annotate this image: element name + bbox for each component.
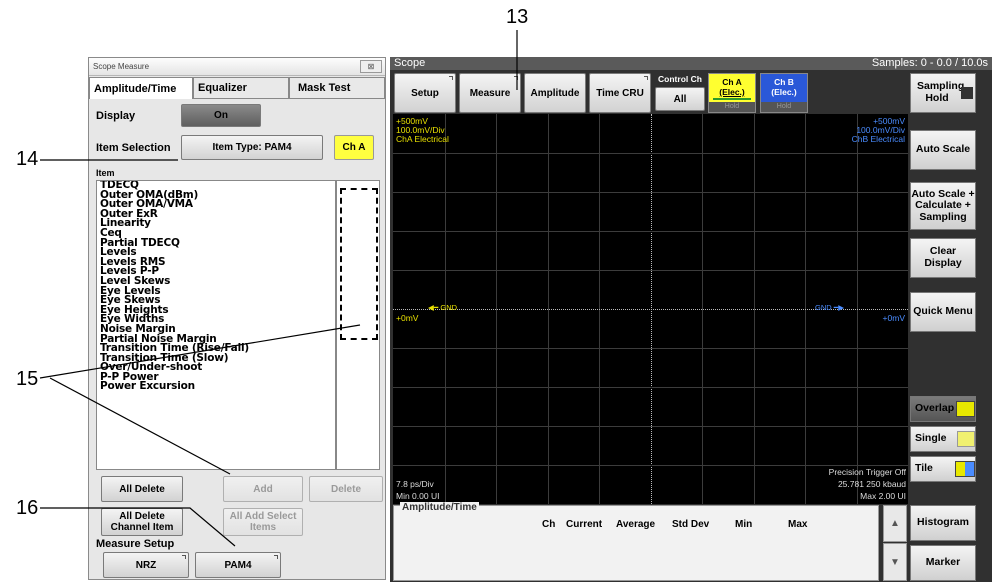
single-eye-icon xyxy=(956,431,975,447)
histogram-button[interactable]: Histogram xyxy=(910,505,976,541)
amplitude-button[interactable]: Amplitude xyxy=(524,73,586,113)
cha-gnd-marker[interactable]: ◀━ GND xyxy=(428,303,458,313)
col-max: Max xyxy=(788,519,808,530)
grid-line xyxy=(393,153,908,154)
channel-a-button[interactable]: Ch A xyxy=(334,135,374,160)
callout-16: 16 xyxy=(16,497,39,519)
cha-label: Ch A xyxy=(722,77,742,87)
time-cru-button[interactable]: Time CRU xyxy=(589,73,651,113)
cha-indicator xyxy=(713,98,751,100)
grid-line xyxy=(393,192,908,193)
auto-scale-button[interactable]: Auto Scale xyxy=(910,130,976,170)
chb-gnd-marker[interactable]: GND ━▶ xyxy=(815,303,855,313)
grid-line xyxy=(393,426,908,427)
clear-display-button[interactable]: Clear Display xyxy=(910,238,976,278)
panel-title: Scope Measure xyxy=(89,58,385,76)
item-selection-label: Item Selection xyxy=(96,142,171,154)
callout-15: 15 xyxy=(16,368,39,390)
selected-items-highlight xyxy=(340,188,378,340)
close-icon[interactable]: ⊠ xyxy=(360,60,382,73)
tab-equalizer[interactable]: Equalizer xyxy=(193,77,289,99)
col-current: Current xyxy=(566,519,603,530)
item-type-button[interactable]: Item Type: PAM4 xyxy=(181,135,323,160)
max-ui: Max 2.00 UI xyxy=(860,491,906,501)
item-header: Item xyxy=(96,168,115,178)
grid-line xyxy=(393,231,908,232)
scroll-up-icon[interactable]: ▲ xyxy=(883,505,907,542)
all-add-select-button[interactable]: All Add Select Items xyxy=(223,508,303,536)
chb-gnd-arrow: ━▶ xyxy=(831,303,845,312)
col-ch: Ch xyxy=(542,519,556,530)
cha-type: (Elec.) xyxy=(719,87,745,97)
overlap-eye-icon xyxy=(956,401,975,417)
auto-scale-calc-button[interactable]: Auto Scale + Calculate + Sampling xyxy=(910,182,976,230)
chb-label: Ch B xyxy=(774,77,794,87)
all-delete-channel-button[interactable]: All Delete Channel Item xyxy=(101,508,183,536)
samples-readout: Samples: 0 - 0.0 / 10.0s xyxy=(871,57,988,69)
callout-14: 14 xyxy=(16,148,39,170)
cha-zero-label: +0mV xyxy=(396,313,419,323)
precision-trigger: Precision Trigger Off xyxy=(828,467,906,477)
col-min: Min xyxy=(735,519,753,530)
cha-gnd-label: GND xyxy=(440,303,458,312)
col-average: Average xyxy=(616,519,656,530)
scope-measure-panel: Scope Measure ⊠ Amplitude/Time Equalizer… xyxy=(88,57,386,580)
item-list[interactable]: TDECQ Outer OMA(dBm) Outer OMA/VMA Outer Ex… xyxy=(96,180,336,470)
col-std-dev: Std Dev xyxy=(672,519,710,530)
min-ui: Min 0.00 UI xyxy=(396,491,440,501)
sampling-indicator xyxy=(961,87,973,99)
list-item[interactable]: Linearity xyxy=(97,218,335,229)
tab-amplitude-time[interactable]: Amplitude/Time xyxy=(89,77,193,99)
control-ch-group: Control Ch All xyxy=(654,73,706,113)
time-per-div: 7.8 ps/Div xyxy=(396,479,434,489)
control-ch-all-button[interactable]: All xyxy=(655,87,705,111)
single-button[interactable]: Single xyxy=(910,426,976,452)
tile-button[interactable]: Tile xyxy=(910,456,976,482)
measure-setup-label: Measure Setup xyxy=(96,538,175,550)
setup-button[interactable]: Setup xyxy=(394,73,456,113)
measure-button[interactable]: Measure xyxy=(459,73,521,113)
tile-label: Tile xyxy=(915,462,933,475)
control-ch-label: Control Ch xyxy=(658,74,702,84)
chb-hold: Hold xyxy=(761,102,807,112)
tab-mask-test[interactable]: Mask Test xyxy=(289,77,385,99)
grid-line xyxy=(393,270,908,271)
nrz-button[interactable]: NRZ xyxy=(103,552,189,578)
baud-rate: 25.781 250 kbaud xyxy=(837,479,906,489)
sampling-hold-button[interactable]: Sampling Hold xyxy=(910,73,976,113)
tile-icon xyxy=(954,461,975,477)
selected-item-list[interactable] xyxy=(336,180,380,470)
display-toggle[interactable]: On xyxy=(181,104,261,127)
all-delete-button[interactable]: All Delete xyxy=(101,476,183,502)
results-title: Amplitude/Time xyxy=(400,502,479,513)
overlap-label: Overlap xyxy=(915,402,955,415)
marker-button[interactable]: Marker xyxy=(910,545,976,581)
callout-13: 13 xyxy=(506,6,529,28)
chb-zero-label: +0mV xyxy=(882,313,905,323)
quick-menu-button[interactable]: Quick Menu xyxy=(910,292,976,332)
grid-line xyxy=(393,348,908,349)
cha-name: ChA Electrical xyxy=(396,134,449,144)
cha-hold: Hold xyxy=(709,102,755,112)
list-item[interactable]: Power Excursion xyxy=(97,381,335,392)
pam4-button[interactable]: PAM4 xyxy=(195,552,281,578)
add-button[interactable]: Add xyxy=(223,476,303,502)
cha-gnd-arrow: ◀━ xyxy=(428,303,441,312)
chb-name: ChB Electrical xyxy=(851,134,905,144)
scroll-down-icon[interactable]: ▼ xyxy=(883,543,907,581)
delete-button[interactable]: Delete xyxy=(309,476,383,502)
grid-line xyxy=(393,387,908,388)
measurement-results: Amplitude/Time Ch Current Average Std De… xyxy=(393,502,879,581)
display-label: Display xyxy=(96,110,136,122)
grid-line xyxy=(393,465,908,466)
channel-b-toolbar-button[interactable]: Ch B (Elec.) Hold xyxy=(760,73,808,113)
single-label: Single xyxy=(915,432,947,445)
chb-gnd-label: GND xyxy=(815,303,832,312)
overlap-button[interactable]: Overlap xyxy=(910,396,976,422)
chb-type: (Elec.) xyxy=(771,87,797,97)
sampling-hold-label: Sampling Hold xyxy=(917,80,965,104)
channel-a-toolbar-button[interactable]: Ch A (Elec.) Hold xyxy=(708,73,756,113)
